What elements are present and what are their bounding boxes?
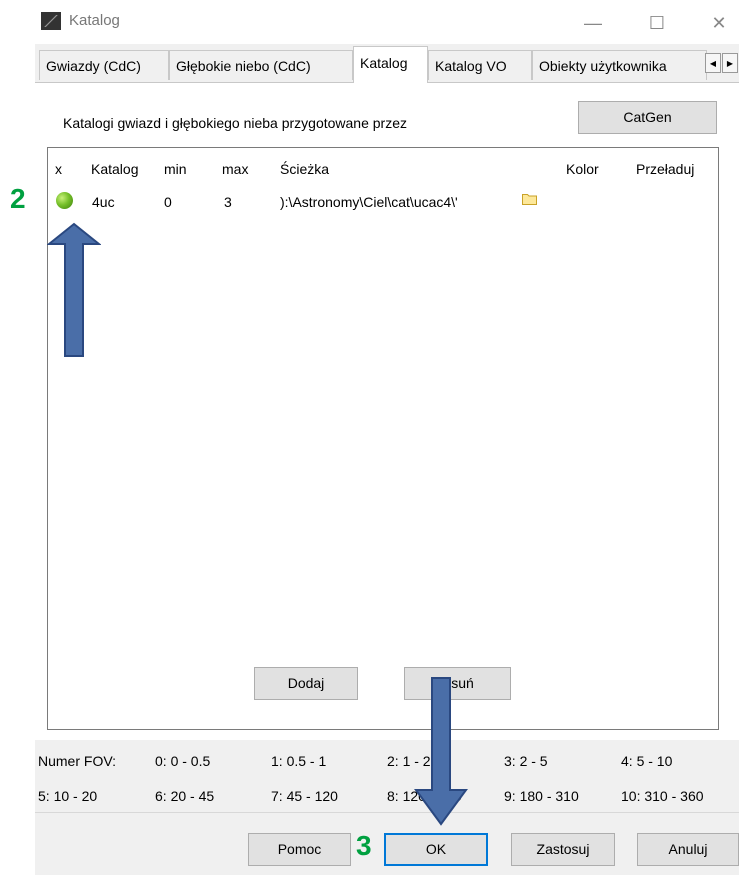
minimize-button[interactable]: — [573,8,613,38]
step-3-label: 3 [356,830,372,861]
footer-separator [35,812,739,813]
close-button[interactable]: ✕ [699,8,739,38]
col-header-min[interactable]: min [164,161,187,177]
col-header-x[interactable]: x [55,161,62,177]
maximize-button[interactable]: ☐ [637,8,677,38]
col-header-max[interactable]: max [222,161,248,177]
tab-gwiazdy[interactable]: Gwiazdy (CdC) [39,50,169,80]
title-bar[interactable]: Katalog — ☐ ✕ [35,0,739,44]
col-header-kolor[interactable]: Kolor [566,161,599,177]
tab-katalog-vo[interactable]: Katalog VO [428,50,532,80]
catgen-button[interactable]: CatGen [578,101,717,134]
fov-item: 0: 0 - 0.5 [155,753,211,769]
row-max[interactable]: 3 [224,194,232,210]
fov-item: 4: 5 - 10 [621,753,673,769]
fov-item: 10: 310 - 360 [621,788,704,804]
fov-item: 3: 2 - 5 [504,753,548,769]
fov-item: 1: 0.5 - 1 [271,753,327,769]
fov-item: 7: 45 - 120 [271,788,338,804]
row-katalog[interactable]: 4uc [92,194,115,210]
tab-obiekty-uzytkownika[interactable]: Obiekty użytkownika [532,50,707,80]
col-header-sciezka[interactable]: Ścieżka [280,161,329,177]
row-sciezka[interactable]: ):\Astronomy\Ciel\cat\ucac4\' [280,194,458,210]
col-header-przeladuj[interactable]: Przeładuj [636,161,694,177]
tab-scroll-right-icon[interactable]: ▶ [722,53,738,73]
fov-item: 5: 10 - 20 [38,788,98,804]
app-icon [41,12,61,30]
tab-scroll-left-icon[interactable]: ◀ [705,53,721,73]
zastosuj-button[interactable]: Zastosuj [511,833,615,866]
annotation-arrow-up [47,222,101,357]
tab-katalog[interactable]: Katalog [353,46,428,83]
step-2-label: 2 [10,183,26,214]
anuluj-button[interactable]: Anuluj [637,833,739,866]
catalog-grid[interactable] [47,147,719,730]
fov-label: Numer FOV: [38,753,117,769]
annotation-arrow-down [414,677,468,826]
col-header-katalog[interactable]: Katalog [91,161,138,177]
window-title: Katalog [69,12,120,29]
ok-button[interactable]: OK [384,833,488,866]
catalog-enabled-indicator[interactable] [56,192,73,209]
intro-label: Katalogi gwiazd i głębokiego nieba przyg… [63,115,407,131]
fov-item: 6: 20 - 45 [155,788,215,804]
dodaj-button[interactable]: Dodaj [254,667,358,700]
folder-icon[interactable] [522,193,537,205]
row-min[interactable]: 0 [164,194,172,210]
tab-glebokie-niebo[interactable]: Głębokie niebo (CdC) [169,50,353,80]
pomoc-button[interactable]: Pomoc [248,833,351,866]
fov-item: 9: 180 - 310 [504,788,579,804]
